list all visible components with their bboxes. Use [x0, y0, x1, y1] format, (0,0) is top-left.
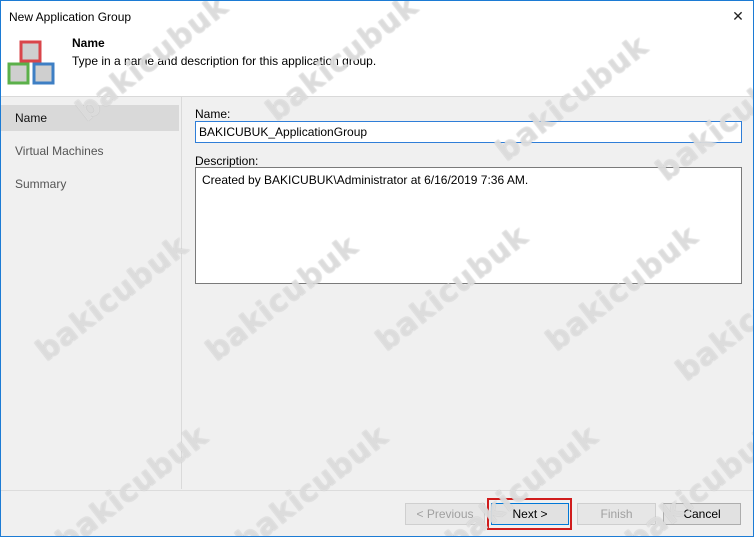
title-bar: New Application Group ✕: [1, 1, 753, 32]
wizard-steps-sidebar: Name Virtual Machines Summary: [1, 97, 182, 489]
sidebar-item-virtual-machines[interactable]: Virtual Machines: [1, 138, 179, 164]
close-button[interactable]: ✕: [723, 1, 753, 32]
next-button[interactable]: Next >: [491, 503, 569, 525]
wizard-content: Name: Description: Created by BAKICUBUK\…: [182, 97, 753, 489]
wizard-footer: < Previous Next > Finish Cancel: [1, 490, 753, 536]
close-icon: ✕: [732, 8, 744, 24]
step-title: Name: [72, 36, 105, 50]
finish-button[interactable]: Finish: [577, 503, 656, 525]
app-window: New Application Group ✕ Name Type in a n…: [0, 0, 754, 537]
name-label: Name:: [195, 107, 231, 121]
window-title: New Application Group: [9, 10, 132, 24]
wizard-header: Name Type in a name and description for …: [1, 32, 753, 97]
cancel-button[interactable]: Cancel: [663, 503, 741, 525]
sidebar-item-summary[interactable]: Summary: [1, 171, 179, 197]
name-input[interactable]: [195, 121, 742, 143]
sidebar-item-name[interactable]: Name: [1, 105, 179, 131]
application-group-icon: [7, 40, 55, 85]
previous-button[interactable]: < Previous: [405, 503, 485, 525]
step-subtitle: Type in a name and description for this …: [72, 54, 377, 68]
description-label: Description:: [195, 154, 259, 168]
description-textarea[interactable]: Created by BAKICUBUK\Administrator at 6/…: [195, 167, 742, 284]
